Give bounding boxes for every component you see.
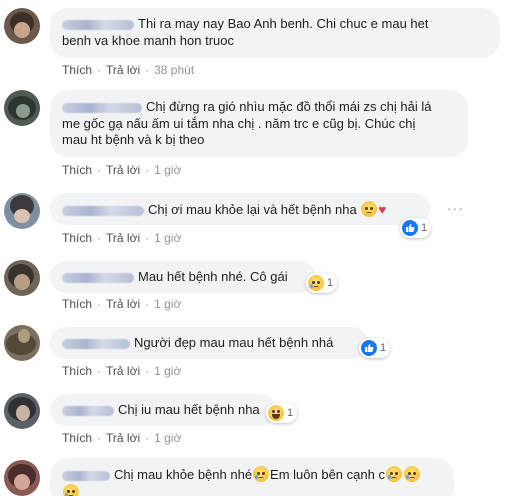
comment-text: Chị ơi mau khỏe lại và hết bệnh nha: [148, 202, 357, 217]
comment-actions: Thích · Trả lời · 1 giờ: [62, 364, 182, 378]
avatar[interactable]: [4, 8, 40, 44]
like-reaction-icon: [402, 220, 418, 236]
avatar[interactable]: [4, 90, 40, 126]
like-link[interactable]: Thích: [62, 297, 92, 311]
avatar[interactable]: [4, 260, 40, 296]
comment-actions: Thích · Trả lời · 1 giờ: [62, 231, 182, 245]
sad-face-emoji-icon: [361, 201, 378, 217]
comment-text: Thi ra may nay Bao Anh benh. Chi chuc e …: [138, 16, 429, 31]
comment-time[interactable]: 1 giờ: [154, 163, 181, 177]
sad-face-emoji-icon: [403, 466, 420, 482]
comment-text: Chị đừng ra gió nhìu mặc đồ thổi mái zs …: [146, 99, 432, 114]
more-options-icon[interactable]: ···: [447, 200, 464, 216]
reaction-count: 1: [380, 342, 387, 354]
comment-time[interactable]: 1 giờ: [154, 431, 181, 445]
commenter-name[interactable]: [62, 205, 144, 216]
like-reaction-icon: [361, 340, 377, 356]
like-link[interactable]: Thích: [62, 431, 92, 445]
heart-emoji-icon: ♥: [378, 202, 387, 217]
comment-text: me gốc gạ nấu ấm ui tắm nha chị . năm tr…: [62, 115, 416, 131]
avatar[interactable]: [4, 393, 40, 429]
reaction-count: 1: [421, 222, 428, 234]
comment-actions: Thích · Trả lời · 1 giờ: [62, 431, 182, 445]
reaction-summary[interactable]: 1: [400, 218, 432, 238]
reaction-summary[interactable]: 1: [306, 273, 338, 293]
comment-time[interactable]: 1 giờ: [154, 364, 181, 378]
commenter-name[interactable]: [62, 405, 114, 416]
comment-bubble: Chị đừng ra gió nhìu mặc đồ thổi mái zs …: [50, 90, 468, 157]
comment-bubble: Chị iu mau hết bệnh nha: [50, 394, 276, 426]
sad-face-emoji-icon: [63, 483, 79, 496]
comment-text: Chị iu mau hết bệnh nha: [118, 402, 260, 417]
reply-link[interactable]: Trả lời: [106, 231, 140, 245]
like-link[interactable]: Thích: [62, 163, 92, 177]
commenter-name[interactable]: [62, 272, 134, 283]
reaction-summary[interactable]: 1: [359, 338, 391, 358]
commenter-name[interactable]: [62, 102, 142, 113]
commenter-name[interactable]: [62, 470, 110, 481]
commenter-name[interactable]: [62, 338, 130, 349]
comment-actions: Thích · Trả lời · 1 giờ: [62, 163, 182, 177]
comment-text: mau ht bệnh và k bị theo: [62, 132, 205, 147]
comment-actions: Thích · Trả lời · 1 giờ: [62, 297, 182, 311]
commenter-name[interactable]: [62, 19, 134, 30]
comment-bubble: Mau hết bệnh nhé. Cô gái: [50, 261, 316, 293]
like-link[interactable]: Thích: [62, 364, 92, 378]
reaction-count: 1: [287, 407, 294, 419]
reply-link[interactable]: Trả lời: [106, 431, 140, 445]
comment-text: Chị mau khỏe bệnh nhé: [114, 467, 253, 482]
comment-time[interactable]: 1 giờ: [154, 297, 181, 311]
sad-reaction-icon: [308, 275, 324, 291]
sad-face-emoji-icon: [385, 466, 402, 482]
comment-text: benh va khoe manh hon truoc: [62, 32, 235, 48]
reply-link[interactable]: Trả lời: [106, 364, 140, 378]
like-link[interactable]: Thích: [62, 63, 92, 77]
like-link[interactable]: Thích: [62, 231, 92, 245]
comment-bubble: Chị mau khỏe bệnh nhé Em luôn bên cạnh c: [50, 458, 454, 496]
reaction-count: 1: [327, 277, 334, 289]
reaction-summary[interactable]: 1: [266, 403, 298, 423]
comment-time[interactable]: 1 giờ: [154, 231, 181, 245]
comment-actions: Thích · Trả lời · 38 phút: [62, 63, 195, 77]
haha-reaction-icon: [268, 405, 284, 421]
sad-face-emoji-icon: [253, 466, 270, 482]
comment-text: Em luôn bên cạnh c: [270, 467, 385, 482]
comment-bubble: Chị ơi mau khỏe lại và hết bệnh nha ♥: [50, 193, 430, 225]
avatar[interactable]: [4, 460, 40, 496]
reply-link[interactable]: Trả lời: [106, 297, 140, 311]
reply-link[interactable]: Trả lời: [106, 163, 140, 177]
comment-text: Mau hết bệnh nhé. Cô gái: [138, 269, 288, 284]
comment-time[interactable]: 38 phút: [154, 63, 194, 77]
comment-bubble: Người đẹp mau mau hết bệnh nhá: [50, 327, 368, 359]
avatar[interactable]: [4, 325, 40, 361]
reply-link[interactable]: Trả lời: [106, 63, 140, 77]
comment-text: Người đẹp mau mau hết bệnh nhá: [134, 335, 334, 350]
avatar[interactable]: [4, 193, 40, 229]
comment-bubble: Thi ra may nay Bao Anh benh. Chi chuc e …: [50, 8, 500, 58]
